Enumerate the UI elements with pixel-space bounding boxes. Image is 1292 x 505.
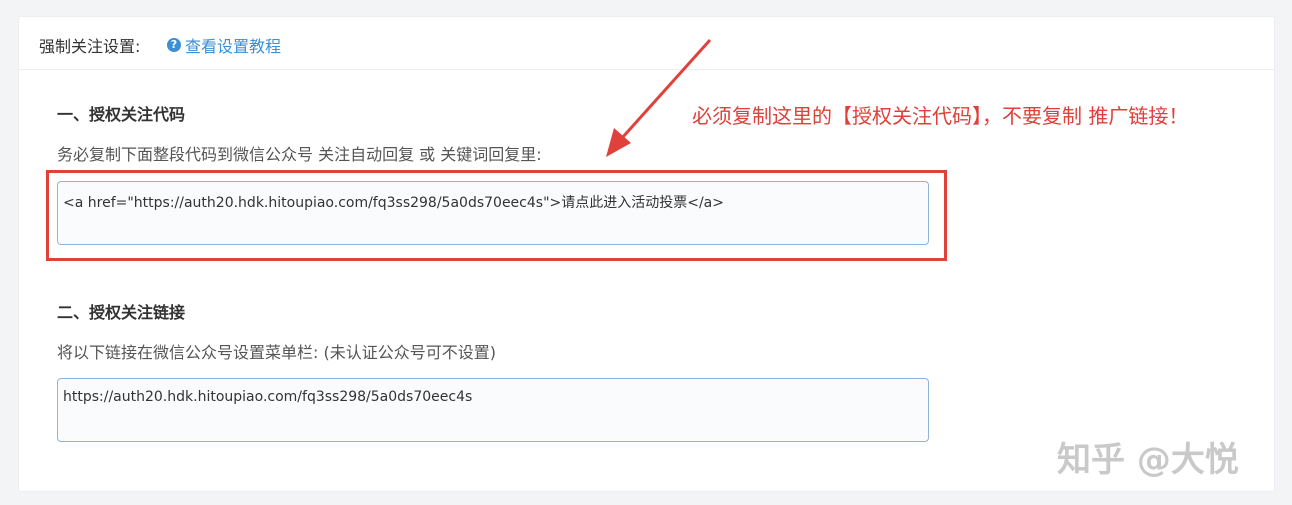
auth-link-textarea[interactable]: https://auth20.hdk.hitoupiao.com/fq3ss29… (57, 378, 929, 442)
annotation-text: 必须复制这里的【授权关注代码】，不要复制 推广链接！ (692, 104, 1189, 128)
watermark: 知乎 @大悦 (1057, 440, 1239, 480)
section1-title: 一、授权关注代码 (57, 105, 186, 124)
highlight-rectangle (46, 170, 947, 261)
question-circle-icon: ? (167, 38, 181, 52)
section2-description: 将以下链接在微信公众号设置菜单栏: (未认证公众号可不设置) (57, 343, 496, 362)
panel-header: 强制关注设置: ? 查看设置教程 (19, 17, 1274, 70)
tutorial-link[interactable]: ? 查看设置教程 (167, 33, 281, 57)
section2-title: 二、授权关注链接 (57, 303, 186, 322)
header-label: 强制关注设置: (39, 37, 141, 56)
section1-description: 务必复制下面整段代码到微信公众号 关注自动回复 或 关键词回复里: (57, 145, 542, 164)
tutorial-link-text: 查看设置教程 (185, 37, 282, 56)
